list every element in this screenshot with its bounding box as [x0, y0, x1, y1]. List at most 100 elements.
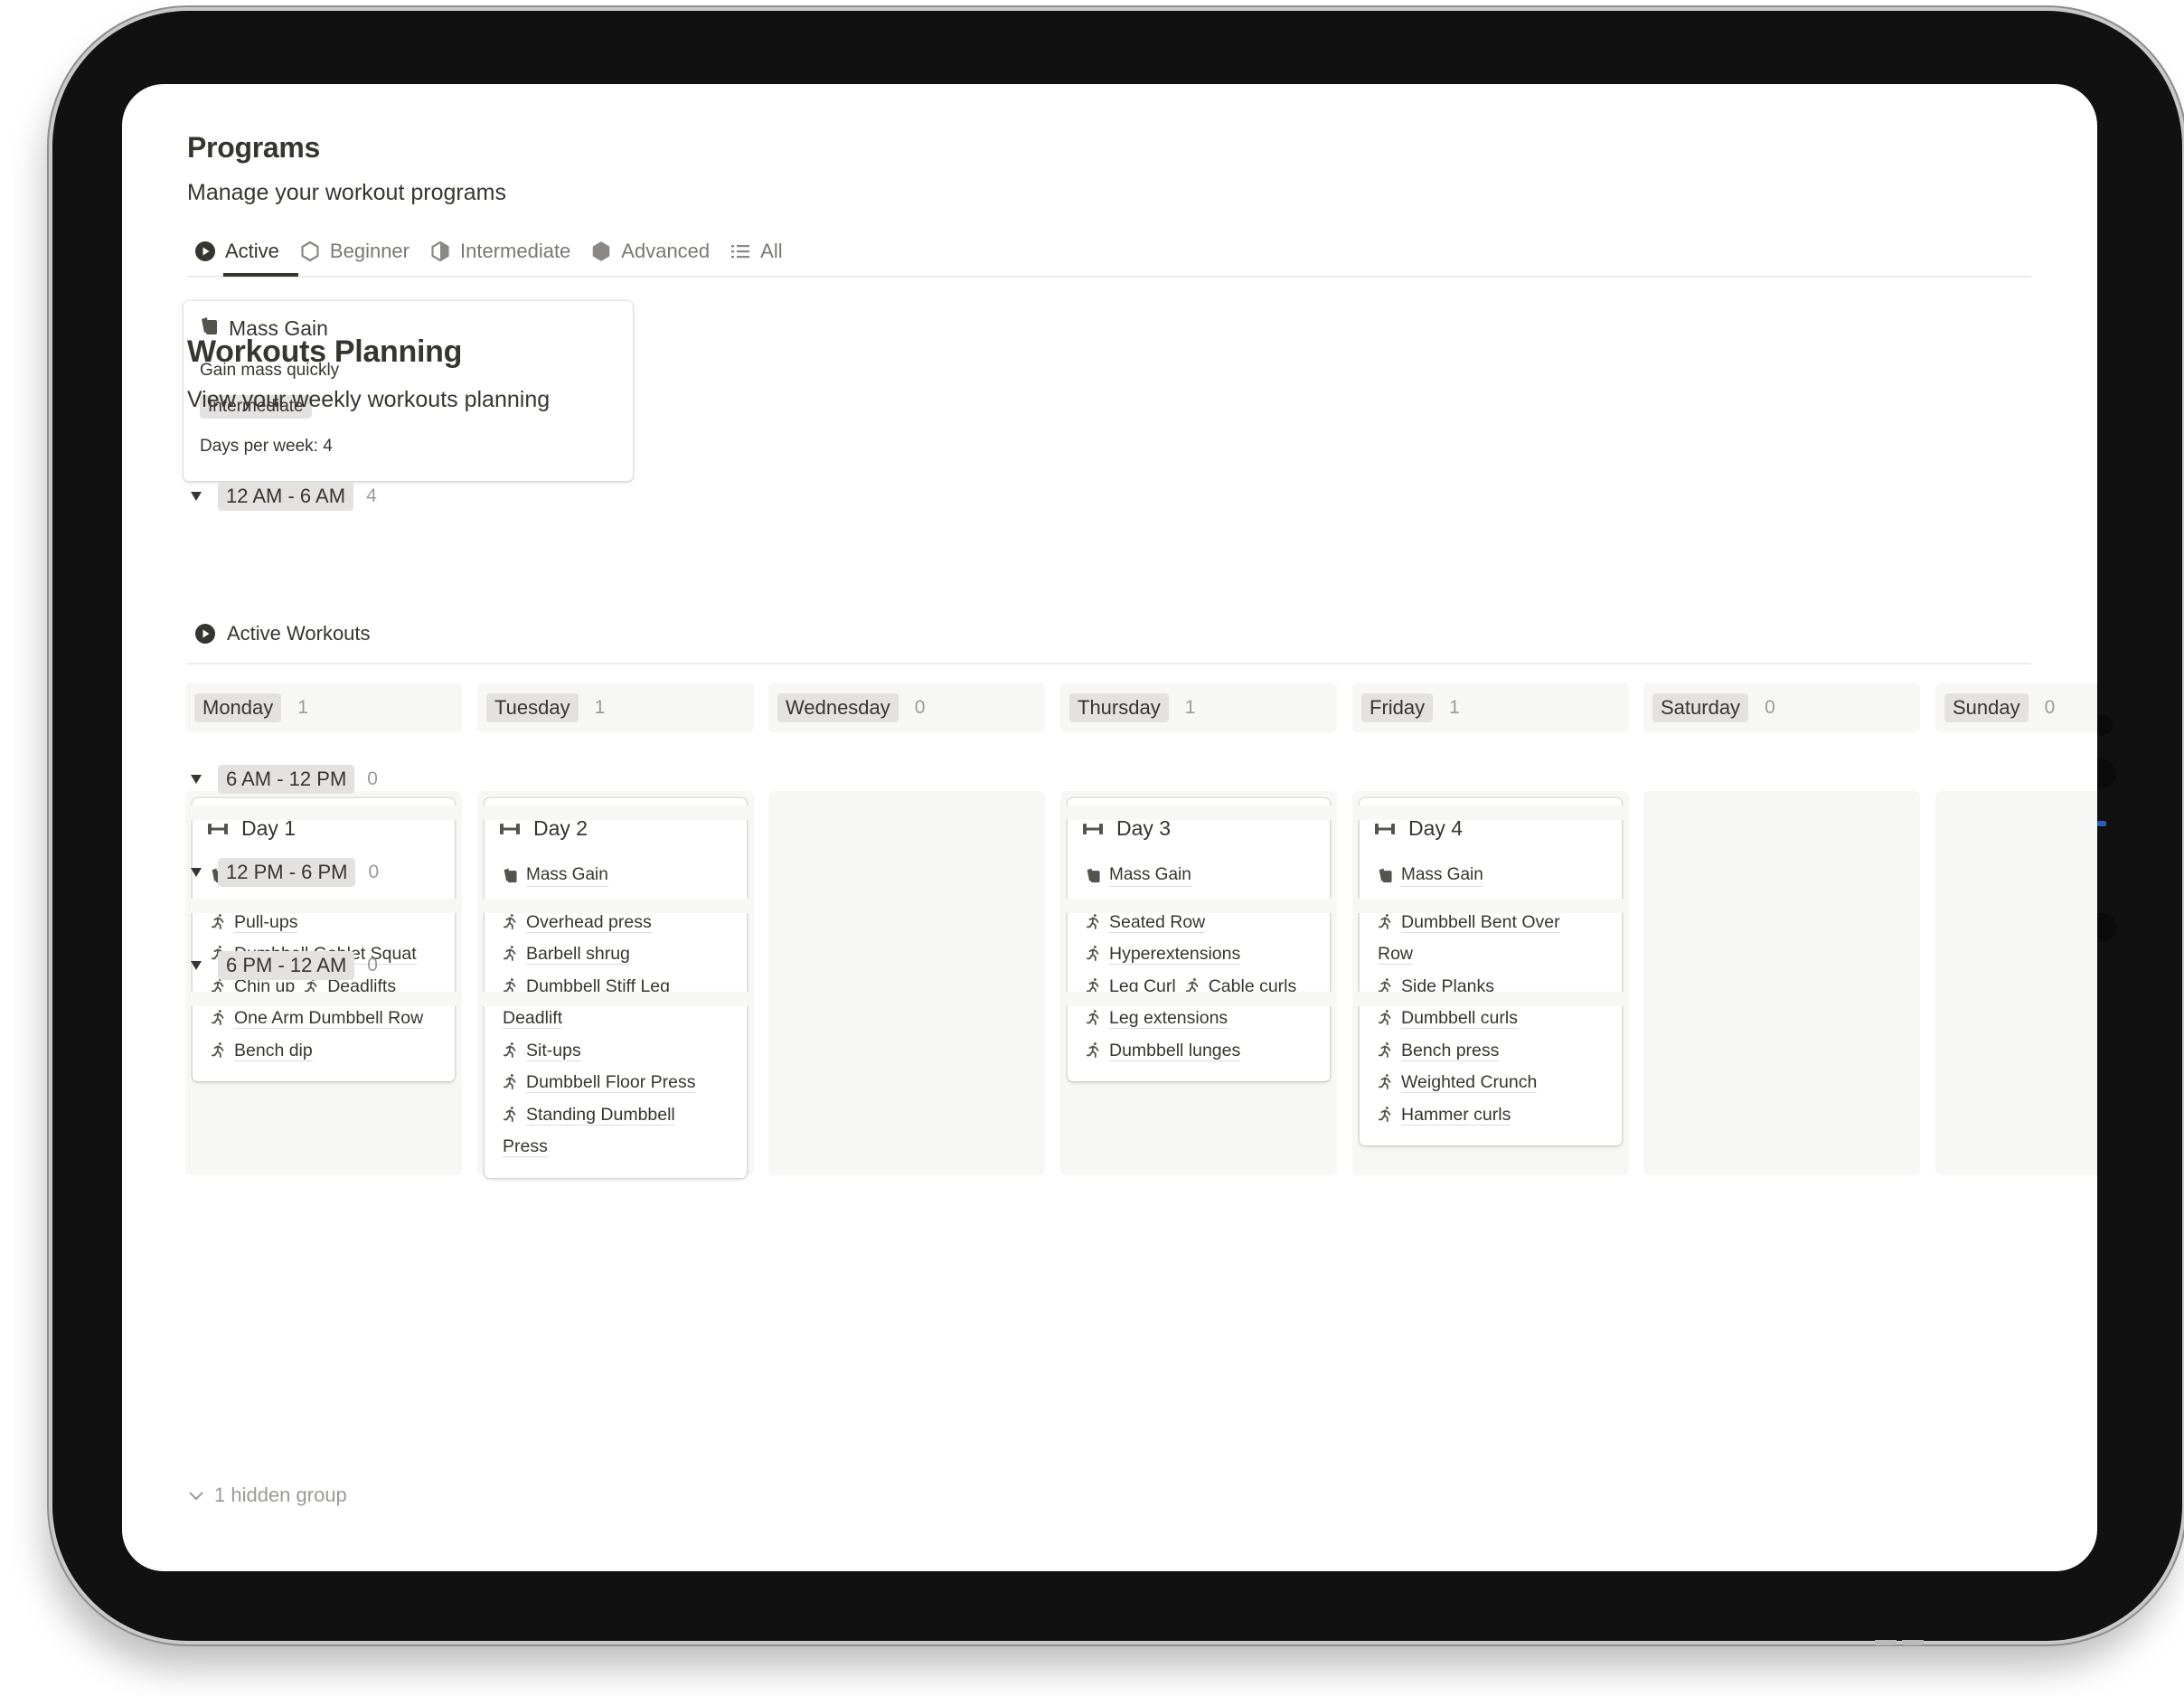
tab-advanced[interactable]: Advanced	[583, 231, 717, 271]
column-header-wednesday[interactable]: Wednesday 0	[768, 683, 1045, 732]
empty-cell[interactable]	[1935, 992, 2097, 1006]
exercise-link[interactable]: Dumbbell curls	[1378, 1008, 1518, 1030]
empty-cell[interactable]	[1060, 992, 1337, 1006]
empty-cell[interactable]	[1060, 806, 1337, 820]
exercise-link[interactable]: Pull-ups	[211, 911, 298, 933]
empty-cell[interactable]	[1060, 899, 1337, 913]
column-cell-monday[interactable]: Day 1Mass GainPull-upsDumbbell Goblet Sq…	[185, 791, 462, 1175]
exercise-link[interactable]: Hyperextensions	[1086, 944, 1241, 966]
empty-cell[interactable]	[185, 899, 462, 913]
running-person-icon	[211, 1004, 227, 1026]
group-header[interactable]: 12 AM - 6 AM 4	[187, 482, 377, 511]
group-count: 0	[367, 768, 378, 789]
exercise-link[interactable]: Seated Row	[1086, 911, 1206, 933]
exercise-link[interactable]: Sit-ups	[503, 1040, 581, 1061]
tab-beginner[interactable]: Beginner	[292, 231, 417, 271]
column-header-thursday[interactable]: Thursday 1	[1060, 683, 1337, 732]
exercise-row: Barbell shrug	[503, 938, 732, 971]
empty-cell[interactable]	[477, 992, 754, 1006]
exercise-link[interactable]: Bench dip	[211, 1040, 313, 1061]
group-header[interactable]: 12 PM - 6 PM 0	[187, 858, 379, 887]
planning-title: Workouts Planning	[187, 334, 463, 369]
column-cell-tuesday[interactable]: Day 2 Mass Gain Overhead press Barbell shru…	[477, 791, 754, 1178]
programs-subtitle: Manage your workout programs	[187, 180, 506, 205]
running-person-icon	[503, 1037, 519, 1058]
toggle-triangle-icon[interactable]	[187, 863, 205, 881]
exercise-link[interactable]: Dumbbell lunges	[1086, 1040, 1241, 1061]
workout-name: Day 4	[1408, 816, 1464, 840]
column-header-sunday[interactable]: Sunday 0	[1935, 683, 2097, 732]
column-cell-friday[interactable]: Day 4 Mass Gain Dumbbell Bent Over Row Side…	[1352, 791, 1629, 1175]
column-cell-sunday[interactable]	[1935, 791, 2097, 1175]
toggle-triangle-icon[interactable]	[187, 956, 205, 975]
empty-cell[interactable]	[1935, 899, 2097, 913]
view-label: Active Workouts	[227, 622, 371, 645]
exercise-name: Hyperextensions	[1109, 944, 1241, 966]
list-icon	[730, 240, 751, 262]
column-header-monday[interactable]: Monday 1	[185, 683, 462, 732]
empty-cell[interactable]	[477, 806, 754, 820]
exercise-link[interactable]: One Arm Dumbbell Row	[211, 1008, 424, 1030]
empty-cell[interactable]	[768, 992, 1045, 1006]
column-cell-thursday[interactable]: Day 3 Mass Gain Seated Row Hyperextensions L…	[1060, 791, 1337, 1175]
empty-cell[interactable]	[1935, 806, 2097, 820]
column-cell-wednesday[interactable]	[768, 791, 1045, 1175]
exercise-link[interactable]: Hammer curls	[1378, 1104, 1511, 1126]
program-link-label: Mass Gain	[526, 864, 608, 887]
chevron-down-icon	[187, 1486, 205, 1504]
program-link[interactable]: Mass Gain	[1378, 864, 1607, 887]
day-label: Thursday	[1069, 693, 1169, 722]
workout-title: Day 3	[1082, 816, 1315, 841]
exercise-name: Standing Dumbbell Press	[503, 1104, 675, 1158]
empty-cell[interactable]	[1352, 899, 1629, 913]
column-header-saturday[interactable]: Saturday 0	[1643, 683, 1920, 732]
exercise-name: Hammer curls	[1401, 1104, 1511, 1126]
exercise-link[interactable]: Barbell shrug	[503, 944, 630, 966]
workout-card[interactable]: Day 1Mass GainPull-upsDumbbell Goblet Sq…	[193, 798, 455, 1082]
empty-cell[interactable]	[185, 992, 462, 1006]
workout-card[interactable]: Day 2 Mass Gain Overhead press Barbell shru…	[485, 798, 747, 1178]
hidden-groups-toggle[interactable]: 1 hidden group	[187, 1484, 347, 1507]
day-count: 1	[594, 696, 606, 718]
tab-active[interactable]: Active	[187, 231, 287, 271]
empty-cell[interactable]	[1643, 806, 1920, 820]
exercise-link[interactable]: Dumbbell Bent Over Row	[1378, 911, 1560, 966]
empty-cell[interactable]	[1643, 992, 1920, 1006]
exercise-link[interactable]: Bench press	[1378, 1040, 1500, 1061]
toggle-triangle-icon[interactable]	[187, 770, 205, 788]
empty-cell[interactable]	[768, 899, 1045, 913]
program-link-label: Mass Gain	[1401, 864, 1483, 887]
running-person-icon	[503, 940, 519, 962]
tab-all[interactable]: All	[722, 231, 789, 271]
empty-cell[interactable]	[477, 899, 754, 913]
column-header-friday[interactable]: Friday 1	[1352, 683, 1629, 732]
group-label: 6 AM - 12 PM	[218, 765, 355, 794]
exercise-row: Dumbbell curls	[1378, 1003, 1607, 1035]
tab-label: Active	[225, 240, 279, 262]
empty-cell[interactable]	[1643, 899, 1920, 913]
exercise-link[interactable]: Weighted Crunch	[1378, 1072, 1538, 1094]
tab-intermediate[interactable]: Intermediate	[422, 231, 578, 271]
program-link[interactable]: Mass Gain	[503, 864, 732, 887]
group-header[interactable]: 6 PM - 12 AM 0	[187, 951, 378, 980]
exercise-link[interactable]: Standing Dumbbell Press	[503, 1104, 675, 1158]
dumbbell-icon	[499, 822, 521, 836]
column-cell-saturday[interactable]	[1643, 791, 1920, 1175]
exercise-link[interactable]: Overhead press	[503, 911, 652, 933]
empty-cell[interactable]	[1352, 806, 1629, 820]
view-tab-active-workouts[interactable]: Active Workouts	[194, 622, 371, 645]
workout-card[interactable]: Day 3 Mass Gain Seated Row Hyperextensions L…	[1068, 798, 1330, 1082]
exercise-link[interactable]: Leg extensions	[1086, 1008, 1228, 1030]
column-header-tuesday[interactable]: Tuesday 1	[477, 683, 754, 732]
group-header[interactable]: 6 AM - 12 PM 0	[187, 765, 378, 794]
exercise-link[interactable]: Dumbbell Floor Press	[503, 1072, 696, 1094]
toggle-triangle-icon[interactable]	[187, 487, 205, 505]
running-person-icon	[1185, 973, 1201, 994]
hexagon-filled-icon	[590, 240, 612, 262]
empty-cell[interactable]	[185, 806, 462, 820]
empty-cell[interactable]	[768, 806, 1045, 820]
workout-card[interactable]: Day 4 Mass Gain Dumbbell Bent Over Row Side…	[1360, 798, 1622, 1146]
empty-cell[interactable]	[1352, 992, 1629, 1006]
group-count: 0	[367, 955, 378, 975]
program-link[interactable]: Mass Gain	[1086, 864, 1315, 887]
